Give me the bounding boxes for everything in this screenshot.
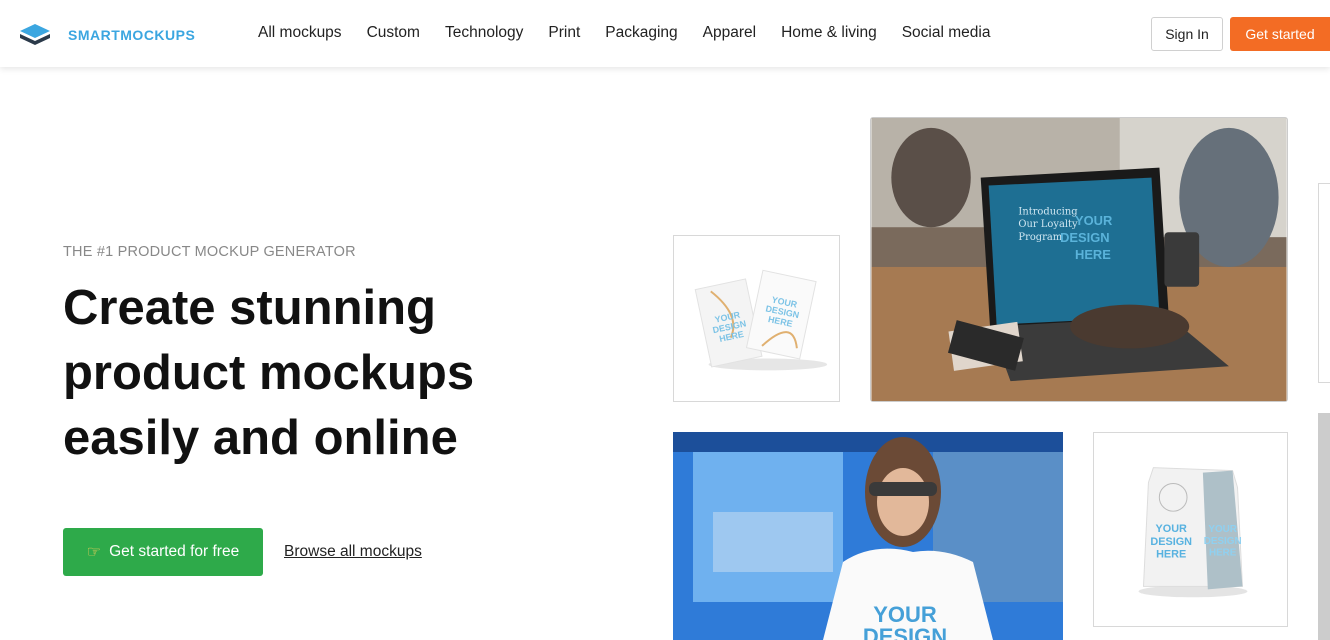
svg-text:DESIGN: DESIGN [1150, 536, 1192, 548]
mockup-tile-packets[interactable]: YOUR DESIGN HERE YOUR DESIGN HERE [673, 235, 840, 402]
svg-text:Our Loyalty: Our Loyalty [1018, 219, 1078, 230]
nav-all-mockups[interactable]: All mockups [258, 24, 342, 42]
svg-text:Introducing: Introducing [1018, 206, 1078, 217]
svg-text:DESIGN: DESIGN [1060, 230, 1109, 245]
mockup-tile-tshirt[interactable]: YOUR DESIGN [673, 432, 1063, 640]
svg-text:HERE: HERE [1156, 549, 1186, 561]
hero-eyebrow: THE #1 PRODUCT MOCKUP GENERATOR [63, 244, 356, 260]
nav-apparel[interactable]: Apparel [703, 24, 756, 42]
nav-print[interactable]: Print [548, 24, 580, 42]
svg-text:YOUR: YOUR [1208, 524, 1237, 535]
main-nav: All mockups Custom Technology Print Pack… [258, 24, 1015, 42]
svg-text:Program: Program [1018, 232, 1062, 243]
sign-in-button[interactable]: Sign In [1151, 17, 1223, 51]
svg-text:YOUR: YOUR [1155, 523, 1187, 535]
get-started-free-button[interactable]: ☞ Get started for free [63, 528, 263, 576]
coffee-bag-image: YOUR DESIGN HERE YOUR DESIGN HERE [1094, 433, 1287, 626]
mockup-tile-partial[interactable] [1318, 413, 1330, 640]
tshirt-image: YOUR DESIGN [673, 432, 1063, 640]
nav-custom[interactable]: Custom [367, 24, 420, 42]
svg-text:HERE: HERE [1075, 247, 1111, 262]
nav-social-media[interactable]: Social media [902, 24, 991, 42]
headline-line-2: product mockups [63, 346, 475, 400]
nav-technology[interactable]: Technology [445, 24, 523, 42]
svg-text:YOUR: YOUR [1075, 213, 1113, 228]
browse-all-mockups-link[interactable]: Browse all mockups [284, 543, 422, 561]
nav-packaging[interactable]: Packaging [605, 24, 677, 42]
svg-text:DESIGN: DESIGN [863, 624, 947, 640]
svg-text:DESIGN: DESIGN [1204, 536, 1242, 547]
hero-headline: Create stunning product mockups easily a… [63, 276, 623, 471]
logo[interactable]: SMARTMOCKUPS [19, 22, 195, 53]
packets-image: YOUR DESIGN HERE YOUR DESIGN HERE [674, 236, 839, 401]
nav-home-living[interactable]: Home & living [781, 24, 877, 42]
cta-label: Get started for free [109, 543, 240, 560]
logo-icon [19, 22, 51, 53]
get-started-button[interactable]: Get started [1230, 17, 1330, 51]
laptop-image: Introducing Our Loyalty Program YOUR DES… [871, 118, 1287, 401]
svg-text:HERE: HERE [1209, 548, 1237, 559]
pointing-hand-icon: ☞ [86, 544, 102, 561]
mockup-tile-partial[interactable] [1318, 183, 1330, 383]
logo-text: SMARTMOCKUPS [68, 27, 196, 43]
mockup-tile-laptop[interactable]: Introducing Our Loyalty Program YOUR DES… [870, 117, 1288, 402]
headline-line-1: Create stunning [63, 281, 436, 335]
headline-line-3: easily and online [63, 411, 458, 465]
top-header: SMARTMOCKUPS All mockups Custom Technolo… [0, 0, 1330, 67]
mockup-tile-coffee-bag[interactable]: YOUR DESIGN HERE YOUR DESIGN HERE [1093, 432, 1288, 627]
